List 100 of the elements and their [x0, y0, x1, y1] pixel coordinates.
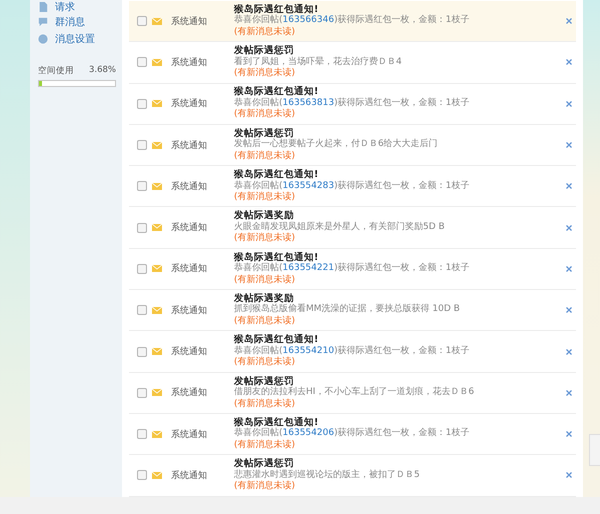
message-row[interactable]: 系统通知 猴岛际遇红包通知! 恭喜你回帖(163554221)获得际遇红包一枚，金额：1枝子 (有新消息未读) [129, 248, 576, 290]
message-row[interactable]: 系统通知 猴岛际遇红包通知! 恭喜你回帖(163566346)获得际遇红包一枚，金额：1枝子 (有新消息未读) [129, 1, 576, 42]
unread-status: (有新消息未读) [234, 481, 296, 493]
unread-status: (有新消息未读) [234, 316, 296, 328]
message-title: 发帖际遇惩罚 [234, 376, 294, 387]
envelope-icon [152, 18, 162, 25]
message-title: 发帖际遇奖励 [234, 292, 294, 304]
checkbox[interactable] [137, 305, 147, 316]
message-title: 猴岛际遇红包通知! [234, 252, 318, 263]
sender-text: 系统通知 [171, 386, 208, 400]
message-row[interactable]: 系统通知 发帖际遇奖励 抓到猴岛总版偷看MM洗澡的证据，要挟总版获得 10D B (有新消息未读) [129, 290, 576, 332]
envelope-icon [152, 348, 162, 356]
message-title: 发帖际遇惩罚 [234, 128, 294, 139]
message-row[interactable]: 系统通知 猴岛际遇红包通知! 恭喜你回帖(163554210)获得际遇红包一枚，金额：1枝子 (有新消息未读) [129, 331, 576, 373]
document-icon [38, 2, 48, 12]
sender-text: 系统通知 [171, 140, 208, 152]
message-title: 猴岛际遇红包通知! [234, 416, 318, 428]
storage-reading: 3.68% [88, 65, 116, 77]
close-icon[interactable] [566, 266, 572, 272]
message-row[interactable]: 系统通知 猴岛际遇红包通知! 恭喜你回帖(163563813)获得际遇红包一枚，金额：1枝子 (有新消息未读) [129, 84, 576, 125]
message-body: 火眼金睛发现凤姐原来是外星人，有关部门奖励5D B [234, 222, 445, 232]
checkbox[interactable] [137, 16, 147, 26]
message-row[interactable]: 系统通知 发帖际遇惩罚 借朋友的法拉利去HI，不小心车上刮了一道划痕，花去ＤＢ6 (有新消息未读) [129, 372, 576, 414]
close-icon[interactable] [566, 472, 572, 478]
close-icon[interactable] [566, 100, 572, 107]
post-link[interactable]: 163554206 [282, 428, 334, 438]
post-link[interactable]: 163554221 [282, 263, 334, 274]
close-icon[interactable] [566, 348, 572, 355]
close-icon[interactable] [566, 431, 572, 438]
storage-label: 空间使用 [38, 65, 74, 77]
unread-status: (有新消息未读) [234, 233, 296, 245]
envelope-icon [152, 182, 162, 190]
unread-status: (有新消息未读) [234, 26, 296, 38]
envelope-icon [152, 430, 162, 438]
message-body: 恭喜你回帖(163554206)获得际遇红包一枚，金额：1枝子 [234, 428, 470, 440]
unread-status: (有新消息未读) [234, 398, 296, 410]
message-body: 恭喜你回帖(163554283)获得际遇红包一枚，金额：1枝子 [234, 180, 470, 192]
sender-text: 系统通知 [171, 180, 208, 193]
close-icon[interactable] [566, 18, 572, 24]
message-body: 恭喜你回帖(163554210)获得际遇红包一枚，金额：1枝子 [234, 346, 470, 356]
message-row[interactable]: 系统通知 发帖际遇惩罚 发帖后一心想要帖子火起来，付ＤＢ6给大大走后门 (有新消息未读) [129, 124, 576, 166]
sender-text: 系统通知 [171, 262, 208, 276]
sender-text: 系统通知 [171, 16, 208, 28]
close-icon[interactable] [566, 183, 572, 190]
checkbox[interactable] [137, 140, 147, 150]
message-row[interactable]: 系统通知 发帖际遇奖励 火眼金睛发现凤姐原来是外星人，有关部门奖励5D B (有新消息未读) [129, 207, 576, 249]
post-link[interactable]: 163554210 [282, 346, 334, 356]
envelope-icon [152, 389, 162, 396]
message-title: 猴岛际遇红包通知! [234, 169, 318, 180]
checkbox[interactable] [137, 429, 147, 440]
close-icon[interactable] [566, 390, 572, 396]
message-title: 猴岛际遇红包通知! [234, 86, 318, 98]
close-icon[interactable] [566, 142, 572, 148]
close-icon[interactable] [566, 59, 572, 66]
close-icon[interactable] [566, 224, 572, 231]
checkbox[interactable] [137, 470, 147, 480]
envelope-icon [152, 265, 162, 272]
sender-text: 系统通知 [171, 304, 208, 317]
envelope-icon [152, 58, 162, 66]
checkbox[interactable] [137, 264, 147, 274]
unread-status: (有新消息未读) [234, 357, 296, 369]
message-body: 看到了凤姐，当场吓晕，花去治疗费ＤＢ4 [234, 56, 402, 68]
checkbox[interactable] [137, 346, 147, 357]
message-row[interactable]: 系统通知 发帖际遇惩罚 看到了凤姐，当场吓晕，花去治疗费ＤＢ4 (有新消息未读) [129, 42, 576, 84]
sender-text: 系统通知 [171, 56, 208, 69]
message-title: 猴岛际遇红包通知! [234, 4, 318, 15]
message-title: 猴岛际遇红包通知! [234, 334, 318, 346]
message-title: 发帖际遇惩罚 [234, 45, 294, 56]
message-row[interactable]: 系统通知 猴岛际遇红包通知! 恭喜你回帖(163554283)获得际遇红包一枚，金额：1枝子 (有新消息未读) [129, 166, 576, 208]
checkbox[interactable] [137, 98, 147, 109]
checkbox[interactable] [137, 57, 147, 68]
sidebar-link[interactable]: 请求 [55, 0, 75, 14]
sender-text: 系统通知 [171, 470, 208, 482]
sidebar-link[interactable]: 群消息 [55, 14, 85, 28]
close-icon[interactable] [566, 307, 572, 314]
message-row[interactable]: 系统通知 猴岛际遇红包通知! 恭喜你回帖(163554206)获得际遇红包一枚，金额：1枝子 (有新消息未读) [129, 414, 576, 456]
message-title: 发帖际遇奖励 [234, 210, 294, 222]
sender-text: 系统通知 [171, 428, 208, 441]
checkbox[interactable] [137, 388, 147, 398]
unread-status: (有新消息未读) [234, 274, 296, 286]
post-link[interactable]: 163563813 [282, 98, 334, 108]
message-body: 恭喜你回帖(163563813)获得际遇红包一枚，金额：1枝子 [234, 98, 470, 108]
checkbox[interactable] [137, 222, 147, 233]
post-link[interactable]: 163554283 [282, 180, 334, 191]
unread-status: (有新消息未读) [234, 192, 296, 204]
post-link[interactable]: 163566346 [282, 15, 334, 26]
checkbox[interactable] [137, 181, 147, 192]
unread-status: (有新消息未读) [234, 68, 296, 80]
message-body: 借朋友的法拉利去HI，不小心车上刮了一道划痕，花去ＤＢ6 [234, 387, 474, 398]
envelope-icon [152, 472, 162, 479]
message-body: 发帖后一心想要帖子火起来，付ＤＢ6给大大走后门 [234, 139, 438, 150]
message-body: 恭喜你回帖(163566346)获得际遇红包一枚，金额：1枝子 [234, 15, 470, 26]
chat-icon [38, 16, 48, 26]
sidebar-link[interactable]: 消息设置 [55, 32, 95, 46]
envelope-icon [152, 306, 162, 314]
unread-status: (有新消息未读) [234, 109, 296, 121]
unread-status: (有新消息未读) [234, 440, 296, 452]
envelope-icon [152, 224, 162, 232]
sender-text: 系统通知 [171, 346, 208, 358]
unread-status: (有新消息未读) [234, 150, 296, 162]
